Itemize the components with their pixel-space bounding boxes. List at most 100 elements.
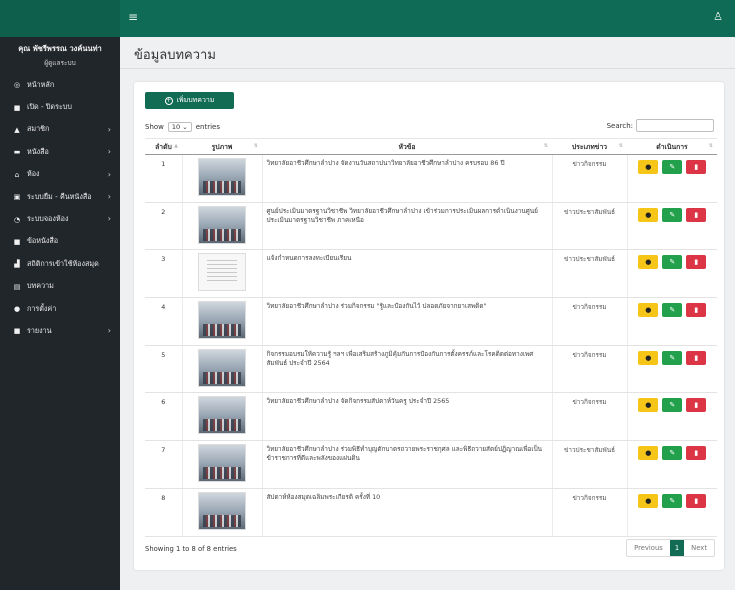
table-row: 6 วิทยาลัยอาชีวศึกษาลำปาง จัดกิจกรรมสัปดา… (145, 392, 717, 442)
stats-icon: ▟ (14, 260, 20, 269)
table-info: Showing 1 to 8 of 8 entries (145, 545, 237, 553)
divider (120, 68, 735, 69)
row-actions: ● ✎ ▮ (626, 154, 717, 203)
chevron-right-icon: › (107, 169, 111, 179)
user-icon[interactable]: ♙ (713, 11, 723, 23)
settings-icon: ● (13, 305, 21, 314)
show-label: Show (145, 123, 164, 131)
borrow-icon: ▣ (13, 193, 21, 202)
view-button[interactable]: ● (638, 398, 659, 413)
row-actions: ● ✎ ▮ (626, 249, 717, 299)
add-article-label: เพิ่มบทความ (176, 96, 215, 104)
sidebar-item[interactable]: ⌂ ห้อง › (0, 164, 120, 186)
view-button[interactable]: ● (638, 303, 659, 318)
sidebar-item[interactable]: ■ เปิด - ปิดระบบ (0, 96, 120, 118)
delete-button[interactable]: ▮ (686, 350, 707, 365)
article-thumbnail (198, 444, 246, 483)
search-label: Search: (606, 121, 633, 130)
trash-icon: ▮ (694, 496, 699, 505)
chevron-right-icon: › (107, 214, 111, 224)
row-image-cell (181, 392, 262, 442)
sidebar-item[interactable]: ■ รายงาน › (0, 320, 120, 342)
sidebar-nav: ◎ หน้าหลัก ■ เปิด - ปิดระบบ ▲ สมาชิก › ▬ หนังสือ… (0, 74, 120, 343)
file-icon: ■ (13, 103, 21, 112)
row-number: 7 (145, 440, 182, 489)
trash-icon: ▮ (694, 306, 699, 315)
row-category: ข่าวกิจกรรม (551, 392, 627, 442)
sidebar-item[interactable]: ▣ ระบบยืม - คืนหนังสือ › (0, 186, 120, 208)
column-header-image[interactable]: รูปภาพ ⇅ (182, 138, 262, 155)
column-header-no[interactable]: ลำดับ ▲ (145, 138, 182, 155)
sidebar-item[interactable]: ■ ข้อหนังสือ (0, 231, 120, 253)
edit-button[interactable]: ✎ (662, 446, 683, 461)
row-title: วิทยาลัยอาชีวศึกษาลำปาง จัดกิจกรรมสัปดาห… (261, 392, 552, 442)
view-button[interactable]: ● (638, 493, 659, 508)
column-header-title[interactable]: หัวข้อ ⇅ (262, 138, 552, 155)
delete-button[interactable]: ▮ (686, 160, 707, 174)
row-actions: ● ✎ ▮ (626, 440, 717, 489)
articles-table: ลำดับ ▲ รูปภาพ ⇅ หัวข้อ ⇅ ประเภทข่าว ⇅ ดำเนิ… (145, 138, 717, 537)
chevron-right-icon: › (107, 191, 111, 201)
row-actions: ● ✎ ▮ (626, 202, 717, 251)
edit-icon: ✎ (669, 496, 676, 505)
page-1-button[interactable]: 1 (669, 540, 685, 556)
page-title: ข้อมูลบทความ (134, 48, 216, 63)
hamburger-menu-icon[interactable]: ≡ (128, 11, 138, 23)
trash-icon: ▮ (694, 210, 699, 219)
pagination: Previous 1 Next (626, 539, 715, 557)
edit-button[interactable]: ✎ (662, 255, 683, 270)
sidebar-item-label: การตั้งค่า (27, 303, 57, 313)
article-thumbnail (198, 348, 246, 387)
page-size-select[interactable]: 10 ⌄ (167, 122, 192, 132)
next-page-button[interactable]: Next (684, 540, 714, 556)
view-button[interactable]: ● (638, 350, 659, 365)
row-actions: ● ✎ ▮ (626, 297, 717, 346)
delete-button[interactable]: ▮ (686, 493, 707, 508)
document-icon: ■ (13, 237, 21, 246)
previous-page-button[interactable]: Previous (627, 540, 670, 556)
delete-button[interactable]: ▮ (686, 207, 707, 222)
edit-button[interactable]: ✎ (662, 303, 683, 318)
view-button[interactable]: ● (638, 446, 659, 461)
room-icon: ⌂ (14, 170, 20, 179)
view-button[interactable]: ● (638, 255, 659, 270)
search-input[interactable] (636, 119, 714, 132)
edit-button[interactable]: ✎ (662, 493, 683, 508)
delete-button[interactable]: ▮ (686, 255, 707, 270)
user-role: ผู้ดูแลระบบ (44, 59, 76, 67)
trash-icon: ▮ (694, 449, 699, 458)
add-article-button[interactable]: + เพิ่มบทความ (145, 92, 234, 109)
sort-icon: ▲ (174, 143, 178, 149)
column-header-label: หัวข้อ (398, 143, 416, 151)
sort-icon: ⇅ (253, 143, 258, 149)
eye-icon: ● (645, 401, 652, 410)
column-header-actions[interactable]: ดำเนินการ ⇅ (627, 138, 717, 155)
sidebar-item[interactable]: ▲ สมาชิก › (0, 119, 120, 141)
view-button[interactable]: ● (638, 207, 659, 222)
column-header-label: ลำดับ (155, 143, 172, 151)
delete-button[interactable]: ▮ (686, 446, 707, 461)
delete-button[interactable]: ▮ (686, 303, 707, 318)
column-header-category[interactable]: ประเภทข่าว ⇅ (552, 138, 627, 155)
article-thumbnail (198, 158, 246, 196)
row-actions: ● ✎ ▮ (626, 345, 717, 394)
delete-button[interactable]: ▮ (686, 398, 707, 413)
edit-button[interactable]: ✎ (662, 207, 683, 222)
sidebar-item[interactable]: ◎ หน้าหลัก (0, 74, 120, 96)
edit-button[interactable]: ✎ (662, 350, 683, 365)
article-icon: ▤ (13, 282, 21, 291)
booking-icon: ◔ (13, 215, 21, 224)
sidebar-item-label: สถิติการเข้าใช้ห้องสมุด (27, 258, 99, 268)
edit-icon: ✎ (669, 353, 676, 362)
sidebar-item[interactable]: ▟ สถิติการเข้าใช้ห้องสมุด (0, 253, 120, 275)
edit-button[interactable]: ✎ (662, 398, 683, 413)
view-button[interactable]: ● (638, 160, 659, 174)
sidebar-item[interactable]: ▤ บทความ (0, 276, 120, 298)
sidebar-item-label: ข้อหนังสือ (27, 236, 59, 246)
sidebar-item[interactable]: ▬ หนังสือ › (0, 141, 120, 163)
row-image-cell (181, 488, 262, 537)
sidebar-item[interactable]: ● การตั้งค่า (0, 298, 120, 320)
sidebar-item[interactable]: ◔ ระบบจองห้อง › (0, 208, 120, 230)
edit-button[interactable]: ✎ (662, 160, 683, 174)
table-row: 3 แจ้งกำหนดการลงทะเบียนเรียน ข่าวประชาสัมพ… (145, 249, 717, 299)
